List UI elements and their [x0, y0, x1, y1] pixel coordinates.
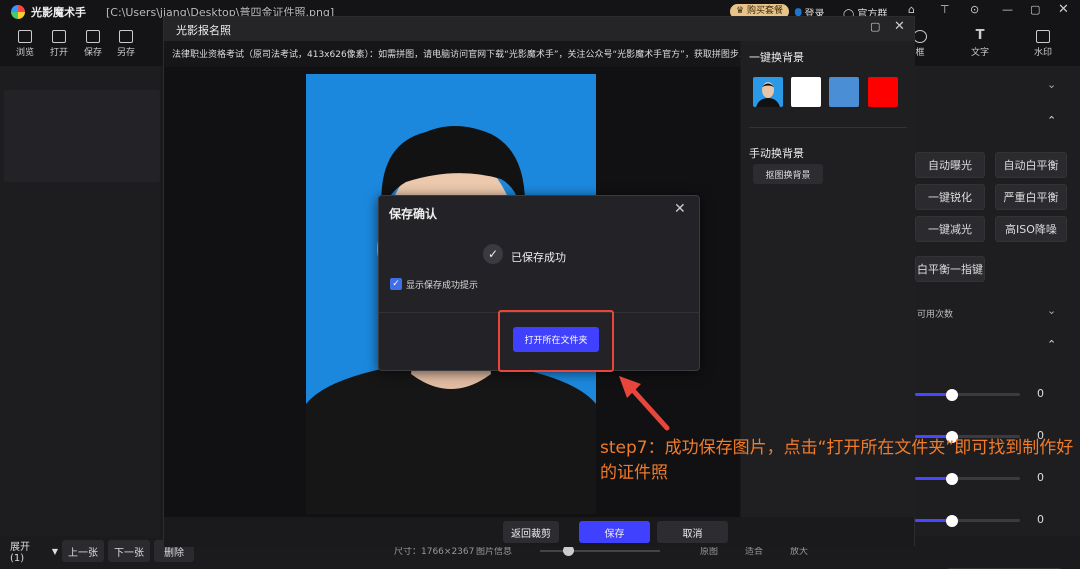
caret-down-icon: ▼ [51, 546, 58, 556]
show-tip-label: 显示保存成功提示 [406, 281, 479, 291]
dialog-title: 光影报名照 [176, 24, 231, 37]
frame-icon [913, 30, 927, 43]
minimize-icon[interactable]: — [1002, 3, 1013, 16]
watermark-tool[interactable]: 水印 [1028, 30, 1058, 58]
auto-exposure-button[interactable]: 自动曝光 [915, 152, 985, 178]
chevron-down-icon[interactable]: ⌄ [1047, 78, 1056, 91]
high-iso-denoise-button[interactable]: 高ISO降噪 [995, 216, 1067, 242]
maximize-icon[interactable]: ▢ [1030, 3, 1040, 16]
chevron-up-icon[interactable]: ⌃ [1047, 114, 1056, 127]
shirt-icon[interactable]: ⊤ [940, 3, 950, 16]
prev-button[interactable]: 上一张 [62, 540, 104, 562]
original-bg-swatch[interactable] [753, 77, 783, 107]
save-as-icon [119, 30, 133, 43]
save-button[interactable]: 保存 [579, 521, 650, 543]
white-bg-swatch[interactable] [791, 77, 821, 107]
auto-white-balance-button[interactable]: 自动白平衡 [995, 152, 1067, 178]
slider-knob[interactable] [946, 389, 958, 401]
app-logo-icon [11, 5, 25, 19]
save-icon [86, 30, 100, 43]
slider-value: 0 [1037, 387, 1044, 400]
highlight-box [498, 310, 614, 372]
app-name: 光影魔术手 [31, 6, 86, 19]
zoom-slider[interactable] [540, 550, 660, 552]
cutout-bg-button[interactable]: 抠图换背景 [753, 164, 823, 184]
next-button[interactable]: 下一张 [108, 540, 150, 562]
folder-icon [18, 30, 32, 43]
dialog-info-text: 法律职业资格考试（原司法考试，413x626像素）：如需拼图，请电脑访问官网下载… [164, 41, 740, 67]
show-tip-checkbox[interactable]: ✓ [390, 278, 402, 290]
settings-icon[interactable]: ⊙ [970, 3, 979, 16]
cancel-button[interactable]: 取消 [657, 521, 728, 543]
close-icon[interactable]: ✕ [894, 19, 905, 34]
text-tool[interactable]: T 文字 [965, 28, 995, 58]
crown-icon: ♛ [736, 6, 745, 16]
portrait-thumbnail [756, 82, 780, 107]
open-tool[interactable]: 打开 [44, 30, 74, 58]
white-balance-pick-button[interactable]: 白平衡一指键 [915, 256, 985, 282]
chevron-down-icon[interactable]: ⌄ [1047, 304, 1056, 317]
annotation-arrow [619, 376, 670, 431]
check-circle-icon: ✓ [483, 244, 503, 264]
slider-knob[interactable] [946, 515, 958, 527]
save-as-tool[interactable]: 另存 [111, 30, 141, 58]
save-tool[interactable]: 保存 [78, 30, 108, 58]
one-click-dim-button[interactable]: 一键减光 [915, 216, 985, 242]
manual-bg-label: 手动换背景 [749, 147, 804, 160]
chevron-up-icon[interactable]: ⌃ [1047, 338, 1056, 351]
close-icon[interactable]: ✕ [674, 201, 686, 217]
severe-white-balance-button[interactable]: 严重白平衡 [995, 184, 1067, 210]
maximize-icon[interactable]: ▢ [870, 20, 880, 33]
back-crop-button[interactable]: 返回裁剪 [503, 521, 559, 543]
dialog-header: 光影报名照 ▢ ✕ [164, 17, 914, 41]
blue-bg-swatch[interactable] [829, 77, 859, 107]
dialog-footer: 返回裁剪 保存 取消 [164, 517, 914, 547]
success-text: 已保存成功 [511, 251, 566, 264]
image-open-icon [52, 30, 66, 43]
thumbnail-area[interactable] [4, 90, 160, 182]
confirm-title: 保存确认 [389, 207, 438, 221]
browse-tool[interactable]: 浏览 [10, 30, 40, 58]
text-icon: T [975, 28, 985, 43]
red-bg-swatch[interactable] [868, 77, 898, 107]
close-icon[interactable]: ✕ [1058, 2, 1069, 17]
slider-value: 0 [1037, 513, 1044, 526]
left-panel [0, 66, 160, 536]
step-annotation: step7：成功保存图片，点击“打开所在文件夹”即可找到制作好的证件照 [600, 438, 1074, 483]
shirt-icon[interactable]: ⌂ [908, 3, 915, 16]
watermark-icon [1036, 30, 1050, 43]
right-panel: ⌄ ⌃ 自动曝光 自动白平衡 一键锐化 严重白平衡 一键减光 高ISO降噪 白平… [905, 66, 1080, 569]
divider [749, 127, 907, 128]
one-click-bg-label: 一键换背景 [749, 51, 804, 64]
usage-label: 可用次数 [917, 310, 954, 320]
one-click-sharpen-button[interactable]: 一键锐化 [915, 184, 985, 210]
expand-dropdown[interactable]: 展开(1) ▼ [4, 540, 58, 564]
